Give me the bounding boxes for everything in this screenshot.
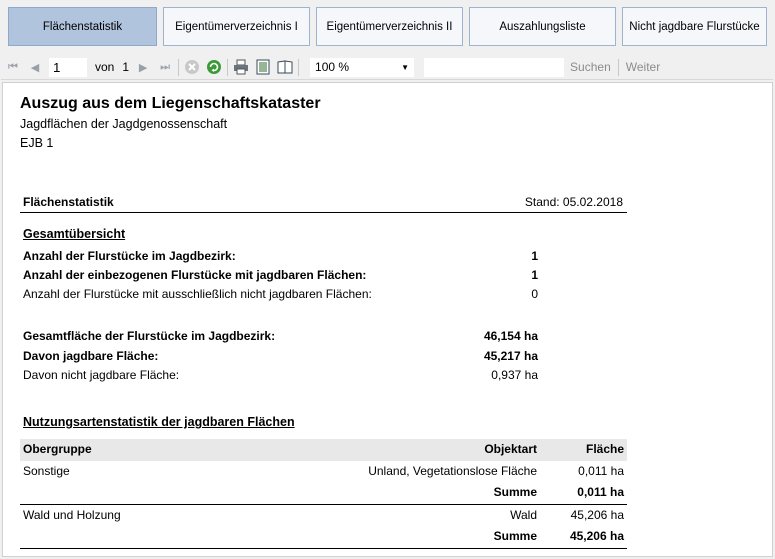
overview-value: 1 — [531, 249, 538, 263]
area-label: Gesamtfläche der Flurstücke im Jagdbezir… — [23, 329, 276, 343]
overview-row: Anzahl der einbezogenen Flurstücke mit j… — [20, 268, 627, 286]
area-value: 0,937 ha — [491, 368, 538, 382]
search-link[interactable]: Suchen — [570, 60, 611, 74]
area-value: 45,217 ha — [483, 349, 538, 363]
overview-label: Anzahl der Flurstücke mit ausschließlich… — [23, 287, 372, 301]
cell-area: 0,011 ha — [578, 464, 624, 478]
zoom-value: 100 % — [315, 60, 350, 74]
cell-type: Unland, Vegetationslose Fläche — [368, 464, 537, 478]
next-link[interactable]: Weiter — [626, 60, 660, 74]
overview-row: Anzahl der Flurstücke mit ausschließlich… — [20, 287, 627, 305]
area-row: Davon nicht jagdbare Fläche: 0,937 ha — [20, 368, 627, 386]
search-input[interactable] — [424, 57, 565, 77]
first-page-icon[interactable]: ⏮ — [5, 59, 21, 75]
report-title: Auszug aus dem Liegenschaftskataster — [20, 95, 321, 112]
table-sum-row: Summe 45,206 ha — [20, 526, 627, 546]
page-of-label: von — [95, 60, 115, 74]
print-icon[interactable] — [233, 59, 249, 75]
overview-label: Anzahl der Flurstücke im Jagdbezirk: — [23, 249, 236, 263]
divider — [20, 548, 627, 549]
toolbar-separator — [227, 58, 229, 76]
page-setup-icon[interactable] — [277, 59, 293, 75]
tab-flaechenstatistik[interactable]: Flächenstatistik — [8, 7, 157, 46]
area-label: Davon jagdbare Fläche: — [23, 349, 159, 363]
tab-eigentuemerverzeichnis-2[interactable]: Eigentümerverzeichnis II — [316, 7, 463, 46]
next-page-icon[interactable]: ▶ — [135, 59, 151, 75]
tab-eigentuemerverzeichnis-1[interactable]: Eigentümerverzeichnis I — [163, 7, 310, 46]
table-row: Wald und Holzung Wald 45,206 ha — [20, 505, 627, 525]
zoom-select[interactable]: 100 % ▼ — [310, 57, 415, 77]
toolbar-separator — [298, 58, 300, 76]
cell-group: Wald und Holzung — [23, 508, 121, 522]
overview-row: Anzahl der Flurstücke im Jagdbezirk: 1 — [20, 249, 627, 267]
area-row: Davon jagdbare Fläche: 45,217 ha — [20, 349, 627, 367]
report-code: EJB 1 — [20, 136, 54, 150]
report-viewport: Auszug aus dem Liegenschaftskataster Jag… — [2, 82, 773, 557]
cell-area: 45,206 ha — [570, 508, 624, 522]
toolbar-separator — [178, 58, 180, 76]
page-layout-icon[interactable] — [255, 59, 271, 75]
cell-group: Sonstige — [23, 464, 70, 478]
cell-type: Wald — [510, 508, 537, 522]
report-tab-bar: Flächenstatistik Eigentümerverzeichnis I… — [0, 0, 775, 52]
column-header-type: Objektart — [484, 442, 537, 456]
column-header-area: Fläche — [585, 442, 624, 456]
table-sum-row: Summe 0,011 ha — [20, 482, 627, 502]
cell-type: Summe — [493, 529, 537, 543]
cell-area: 0,011 ha — [577, 485, 624, 499]
area-value: 46,154 ha — [483, 329, 538, 343]
overview-label: Anzahl der einbezogenen Flurstücke mit j… — [23, 268, 367, 282]
cell-type: Summe — [493, 485, 537, 499]
page-count: 1 — [122, 60, 130, 74]
page-number-input[interactable] — [49, 57, 87, 77]
stop-icon[interactable] — [184, 59, 200, 75]
divider — [20, 212, 627, 213]
last-page-icon[interactable]: ⏭ — [157, 59, 173, 75]
report-section-name: Flächenstatistik — [23, 195, 114, 209]
overview-title: Gesamtübersicht — [23, 227, 126, 241]
tab-auszahlungsliste[interactable]: Auszahlungsliste — [469, 7, 616, 46]
report-date: Stand: 05.02.2018 — [524, 195, 623, 209]
usage-title: Nutzungsartenstatistik der jagdbaren Flä… — [23, 415, 295, 429]
usage-table-header: Obergruppe Objektart Fläche — [20, 439, 627, 461]
overview-value: 1 — [531, 268, 538, 282]
area-row: Gesamtfläche der Flurstücke im Jagdbezir… — [20, 329, 627, 347]
previous-page-icon[interactable]: ◀ — [27, 59, 43, 75]
report-header-row: Flächenstatistik Stand: 05.02.2018 — [20, 195, 627, 213]
overview-value: 0 — [531, 287, 538, 301]
table-row: Sonstige Unland, Vegetationslose Fläche … — [20, 461, 627, 481]
tab-nicht-jagdbare-flurstuecke[interactable]: Nicht jagdbare Flurstücke — [622, 7, 767, 46]
area-label: Davon nicht jagdbare Fläche: — [23, 368, 180, 382]
report-subtitle: Jagdflächen der Jagdgenossenschaft — [20, 117, 228, 131]
chevron-down-icon: ▼ — [401, 62, 410, 72]
column-header-group: Obergruppe — [23, 442, 92, 456]
report-viewer-toolbar: ⏮ ◀ von 1 ▶ ⏭ 100 % ▼ Suchen Weiter — [1, 55, 773, 80]
cell-area: 45,206 ha — [569, 529, 624, 543]
refresh-icon[interactable] — [206, 59, 222, 75]
toolbar-separator — [617, 58, 619, 76]
